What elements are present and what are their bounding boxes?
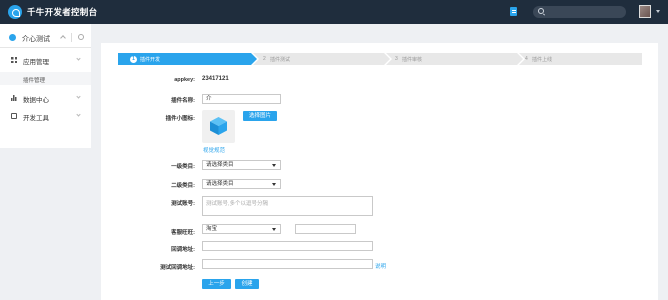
appkey-label: appkey: bbox=[174, 77, 195, 83]
app-title: 千牛开发者控制台 bbox=[27, 7, 98, 17]
chevron-down-icon bbox=[76, 56, 81, 61]
appkey-value: 23417121 bbox=[202, 76, 229, 82]
project-name: 介心测试 bbox=[22, 36, 50, 43]
category1-selected: 请选择类目 bbox=[206, 162, 234, 168]
sidebar-item-plugin-management[interactable]: 插件管理 bbox=[0, 72, 91, 85]
customer-service-selected: 淘宝 bbox=[206, 226, 218, 232]
help-link[interactable]: 说明 bbox=[375, 262, 386, 270]
prev-step-button[interactable]: 上一步 bbox=[202, 279, 231, 289]
avatar[interactable] bbox=[639, 5, 651, 18]
step-label: 插件测试 bbox=[270, 57, 291, 63]
cube-icon bbox=[210, 117, 227, 135]
plugin-icon-label: 插件小图标: bbox=[165, 116, 195, 122]
test-callback-label: 测试回调地址: bbox=[160, 265, 195, 271]
step-label: 插件上线 bbox=[532, 57, 553, 63]
main-panel: 1 插件开发 2 插件测试 3 插件审核 4 插件上线 appkey: 2341… bbox=[101, 43, 658, 300]
step-number: 1 bbox=[130, 55, 137, 63]
chevron-up-icon[interactable] bbox=[60, 35, 66, 41]
sidebar-item-dev-tools[interactable]: 开发工具 bbox=[0, 109, 91, 123]
search-icon[interactable] bbox=[538, 8, 544, 14]
dropdown-arrow-icon bbox=[272, 183, 276, 186]
sidebar-subitem-label: 插件管理 bbox=[23, 78, 46, 84]
test-account-textarea[interactable]: 测试账号,多个以逗号分隔 bbox=[202, 196, 373, 216]
document-icon[interactable] bbox=[510, 7, 517, 16]
category2-select[interactable]: 请选择类目 bbox=[202, 179, 281, 189]
sidebar: 介心测试 应用管理 插件管理 数据中心 开发工具 bbox=[0, 24, 91, 148]
test-account-label: 测试账号: bbox=[171, 201, 195, 207]
logo-icon bbox=[8, 5, 22, 19]
category2-label: 二级类目: bbox=[171, 183, 195, 189]
sidebar-item-data-center[interactable]: 数据中心 bbox=[0, 91, 91, 105]
category2-selected: 请选择类目 bbox=[206, 181, 234, 187]
chevron-down-icon[interactable] bbox=[656, 10, 660, 13]
choose-image-button[interactable]: 选择图片 bbox=[243, 111, 277, 121]
plugin-name-input[interactable]: 介 bbox=[202, 94, 281, 104]
test-callback-input[interactable] bbox=[202, 259, 373, 269]
chevron-down-icon bbox=[76, 94, 81, 99]
top-bar: 千牛开发者控制台 bbox=[0, 0, 668, 24]
category1-label: 一级类目: bbox=[171, 164, 195, 170]
plugin-name-label: 插件名称: bbox=[171, 98, 195, 104]
view-spec-link[interactable]: 视觉规范 bbox=[203, 146, 225, 154]
customer-service-select[interactable]: 淘宝 bbox=[202, 224, 281, 234]
dropdown-arrow-icon bbox=[272, 164, 276, 167]
project-icon bbox=[9, 34, 16, 41]
step-number: 2 bbox=[263, 55, 266, 62]
step-plugin-review: 3 插件审核 bbox=[386, 53, 523, 65]
plugin-icon-preview bbox=[202, 110, 235, 143]
create-button[interactable]: 创建 bbox=[235, 279, 259, 289]
grid-icon bbox=[11, 57, 17, 63]
step-number: 4 bbox=[525, 55, 528, 62]
customer-service-label: 客服旺旺: bbox=[171, 230, 195, 236]
dropdown-arrow-icon bbox=[272, 228, 276, 231]
sidebar-item-label: 开发工具 bbox=[23, 115, 49, 122]
search-input[interactable] bbox=[533, 6, 626, 18]
callback-input[interactable] bbox=[202, 241, 373, 251]
divider bbox=[71, 33, 72, 42]
tools-icon bbox=[11, 113, 17, 119]
step-label: 插件审核 bbox=[402, 57, 423, 63]
step-label: 插件开发 bbox=[140, 57, 161, 63]
step-plugin-online: 4 插件上线 bbox=[519, 53, 642, 65]
callback-label: 回调地址: bbox=[171, 247, 195, 253]
category1-select[interactable]: 请选择类目 bbox=[202, 160, 281, 170]
sidebar-item-app-management[interactable]: 应用管理 bbox=[0, 53, 91, 67]
customer-service-input[interactable] bbox=[295, 224, 356, 234]
sidebar-item-label: 数据中心 bbox=[23, 97, 49, 104]
step-plugin-testing: 2 插件测试 bbox=[253, 53, 390, 65]
step-plugin-development: 1 插件开发 bbox=[118, 53, 257, 65]
chevron-down-icon bbox=[76, 112, 81, 117]
gear-icon[interactable] bbox=[78, 34, 84, 40]
project-switcher[interactable]: 介心测试 bbox=[0, 28, 91, 48]
bar-chart-icon bbox=[11, 95, 17, 101]
sidebar-item-label: 应用管理 bbox=[23, 59, 49, 66]
step-number: 3 bbox=[395, 55, 398, 62]
